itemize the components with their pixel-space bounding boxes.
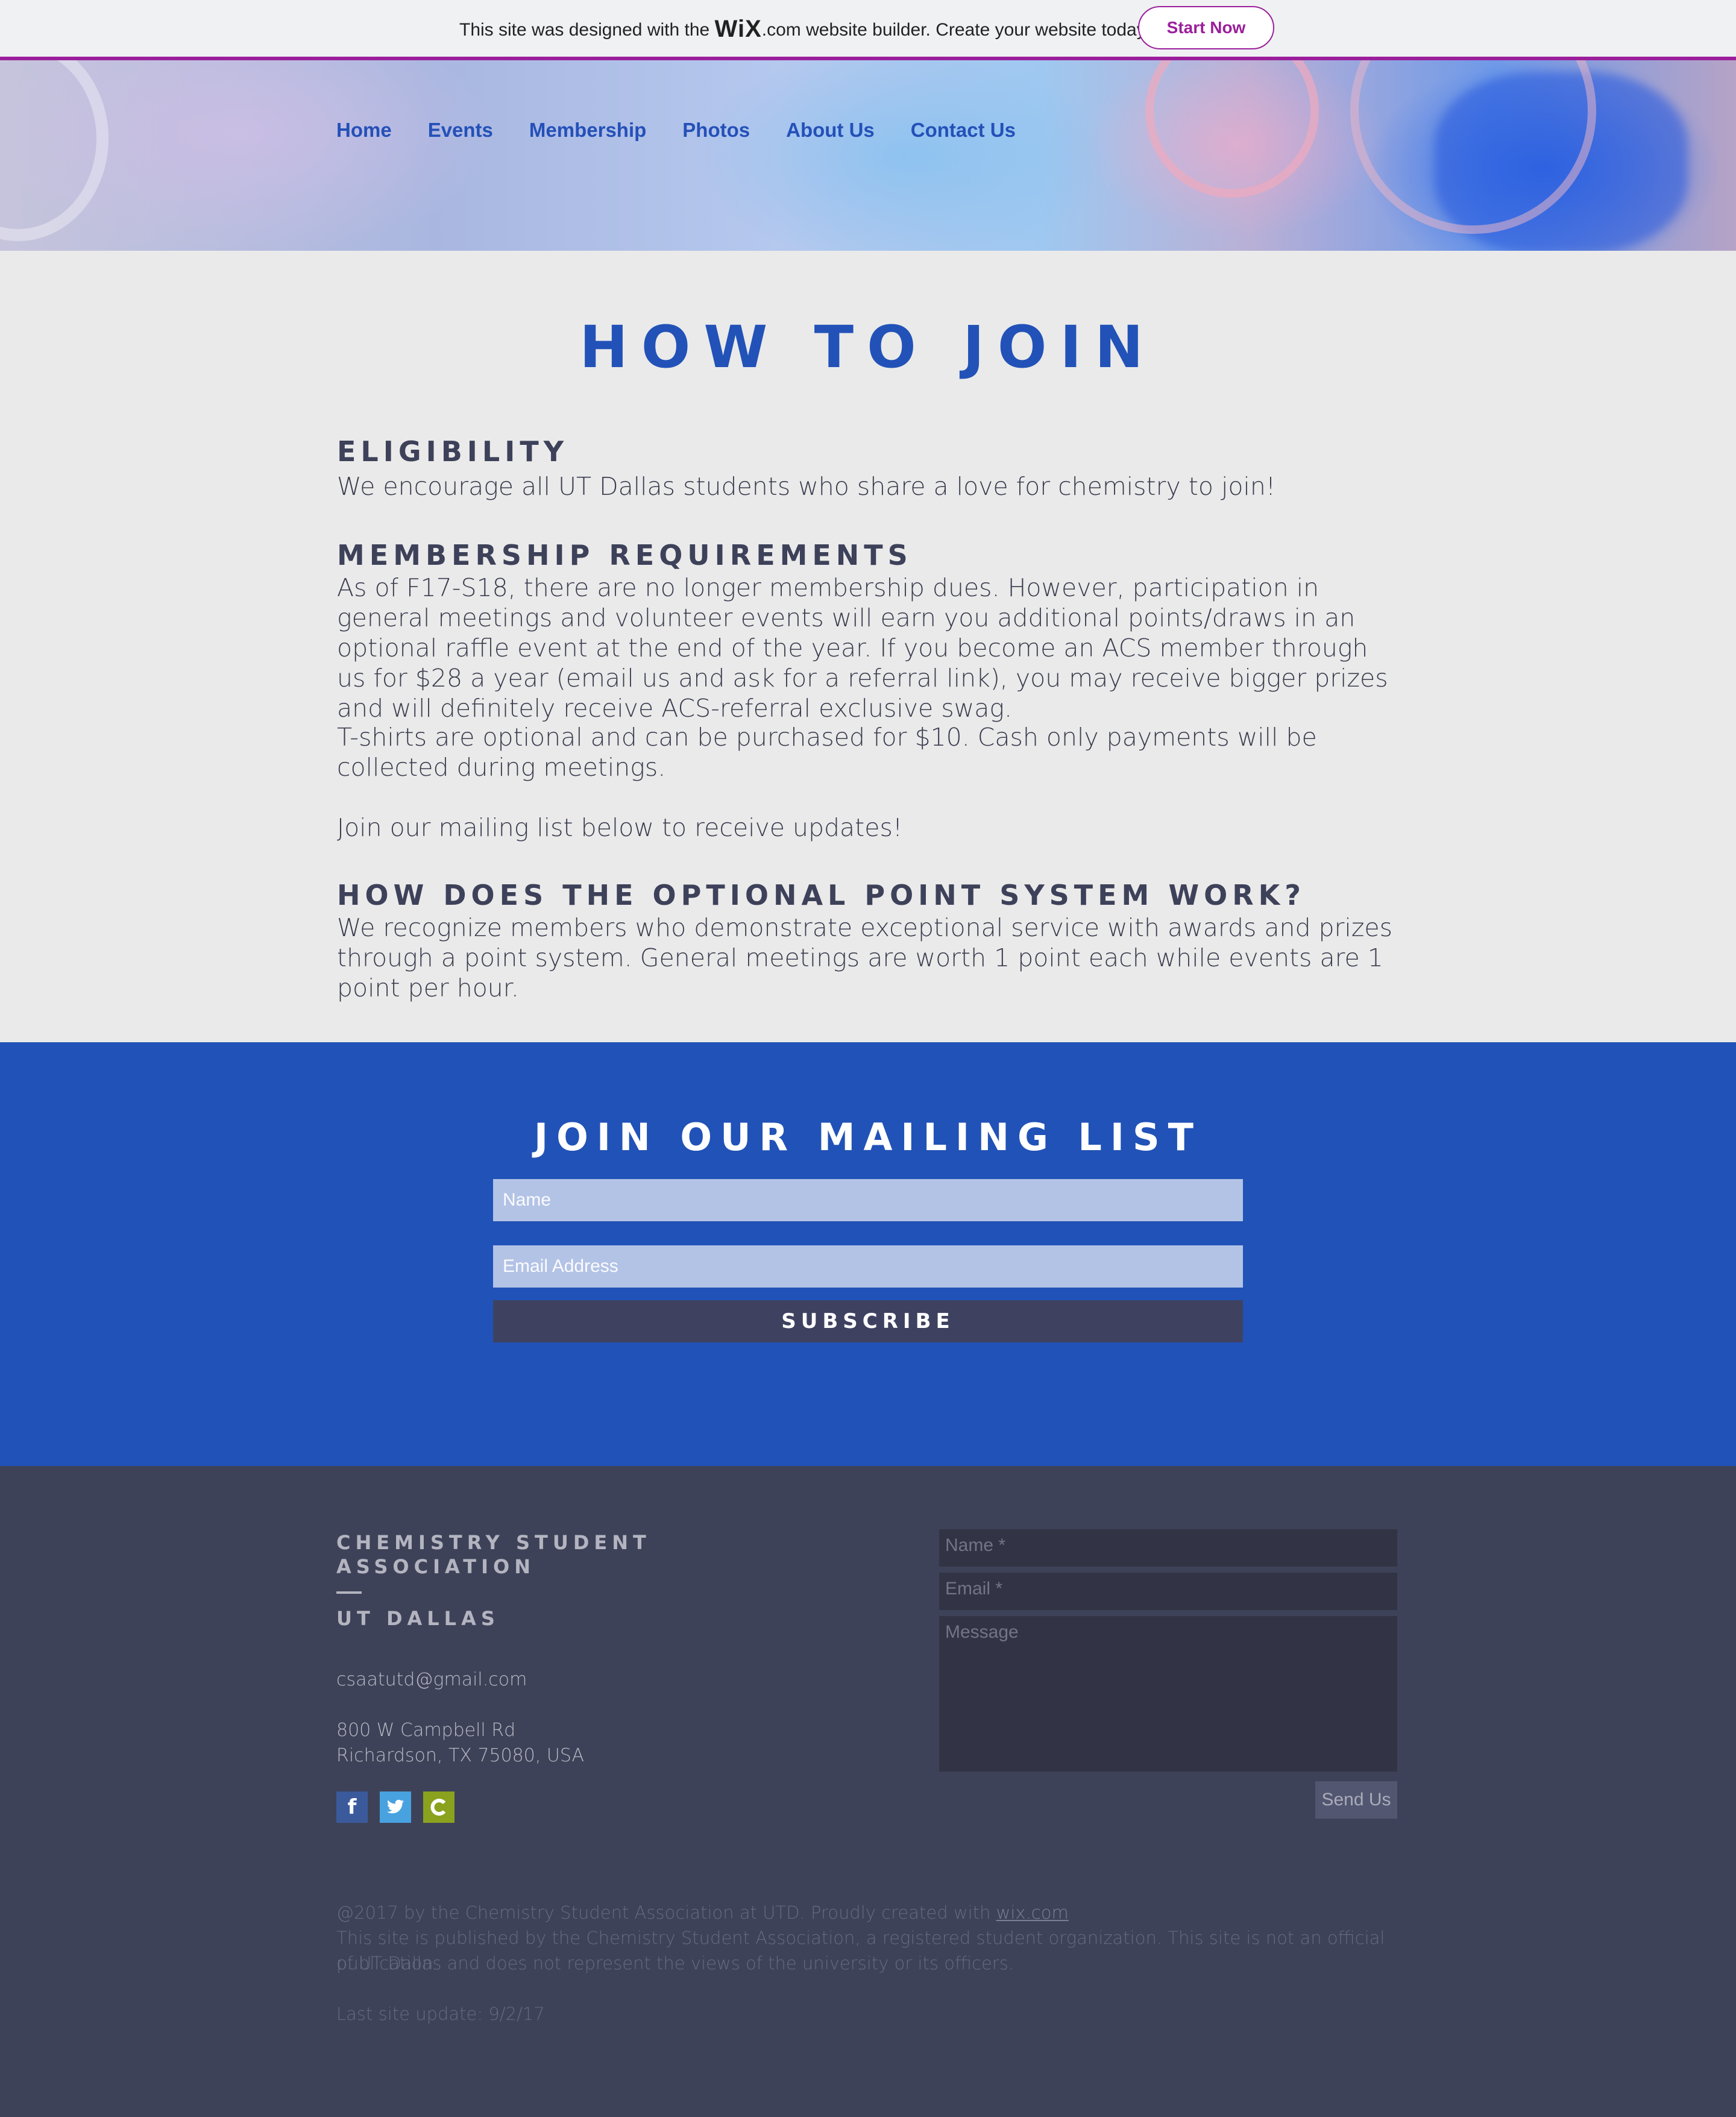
nav-item-home[interactable]: Home xyxy=(336,119,392,142)
start-now-button[interactable]: Start Now xyxy=(1138,6,1274,49)
mailing-name-placeholder: Name xyxy=(503,1190,552,1210)
section-text-tshirts: T-shirts are optional and can be purchas… xyxy=(337,723,1317,782)
subscribe-button[interactable]: SUBSCRIBE xyxy=(493,1300,1243,1342)
send-us-button[interactable]: Send Us xyxy=(1315,1781,1397,1819)
contact-message-placeholder: Message xyxy=(945,1622,1019,1642)
section-heading-membership-requirements: MEMBERSHIP REQUIREMENTS xyxy=(337,539,913,571)
mailing-email-input[interactable]: Email Address xyxy=(493,1245,1243,1288)
contact-name-input[interactable]: Name * xyxy=(939,1529,1397,1567)
section-heading-point-system: HOW DOES THE OPTIONAL POINT SYSTEM WORK? xyxy=(337,879,1306,911)
section-text-eligibility: We encourage all UT Dallas students who … xyxy=(337,472,1276,501)
nav-item-photos[interactable]: Photos xyxy=(682,119,750,142)
footer-org-name-line1: CHEMISTRY STUDENT xyxy=(336,1531,651,1554)
twitter-icon[interactable] xyxy=(380,1791,411,1823)
footer-last-update: Last site update: 9/2/17 xyxy=(336,2004,545,2024)
footer-copyright-text: @2017 by the Chemistry Student Associati… xyxy=(336,1902,996,1923)
mailing-email-placeholder: Email Address xyxy=(503,1256,618,1276)
section-text-join-mailing: Join our mailing list below to receive u… xyxy=(337,813,903,842)
calendar-glyph xyxy=(430,1799,446,1816)
section-heading-eligibility: ELIGIBILITY xyxy=(337,435,569,468)
section-text-membership-requirements: As of F17-S18, there are no longer membe… xyxy=(337,573,1388,723)
footer-org-name-line2: ASSOCIATION xyxy=(336,1555,536,1578)
nav-item-membership[interactable]: Membership xyxy=(529,119,646,142)
contact-email-input[interactable]: Email * xyxy=(939,1573,1397,1610)
nav-item-about-us[interactable]: About Us xyxy=(786,119,875,142)
nav-item-events[interactable]: Events xyxy=(428,119,493,142)
contact-email-placeholder: Email * xyxy=(945,1579,1003,1599)
calendar-icon[interactable] xyxy=(423,1791,454,1823)
main-nav: Home Events Membership Photos About Us C… xyxy=(336,119,1052,142)
section-text-point-system: We recognize members who demonstrate exc… xyxy=(337,913,1392,1002)
wix-banner: This site was designed with the WiX.com … xyxy=(0,0,1736,60)
twitter-bird-glyph xyxy=(387,1799,404,1814)
glassware-ring xyxy=(1145,60,1319,198)
mailing-list-title: JOIN OUR MAILING LIST xyxy=(534,1115,1202,1159)
footer-address-line2: Richardson, TX 75080, USA xyxy=(336,1745,584,1766)
page-title: HOW TO JOIN xyxy=(579,313,1157,381)
nav-item-contact-us[interactable]: Contact Us xyxy=(911,119,1016,142)
footer-divider xyxy=(336,1591,362,1594)
wix-banner-text-before: This site was designed with the xyxy=(459,20,715,40)
footer-copyright: @2017 by the Chemistry Student Associati… xyxy=(336,1900,1415,1925)
footer-address-line1: 800 W Campbell Rd xyxy=(336,1720,516,1741)
wix-banner-text: This site was designed with the WiX.com … xyxy=(459,16,1149,43)
mailing-name-input[interactable]: Name xyxy=(493,1179,1243,1221)
wix-logo: WiX xyxy=(714,16,762,42)
footer-email-link[interactable]: csaatutd@gmail.com xyxy=(336,1667,527,1693)
footer-disclaimer-line2: of UT Dallas and does not represent the … xyxy=(336,1953,1014,1974)
contact-name-placeholder: Name * xyxy=(945,1535,1006,1555)
wix-link[interactable]: wix.com xyxy=(996,1902,1069,1923)
footer-org-school: UT DALLAS xyxy=(336,1607,500,1630)
facebook-icon[interactable]: f xyxy=(336,1791,368,1823)
contact-message-textarea[interactable]: Message xyxy=(939,1616,1397,1772)
wix-banner-text-after: .com website builder. Create your websit… xyxy=(761,20,1149,40)
glassware-ring xyxy=(0,60,108,241)
header-banner xyxy=(0,60,1736,251)
